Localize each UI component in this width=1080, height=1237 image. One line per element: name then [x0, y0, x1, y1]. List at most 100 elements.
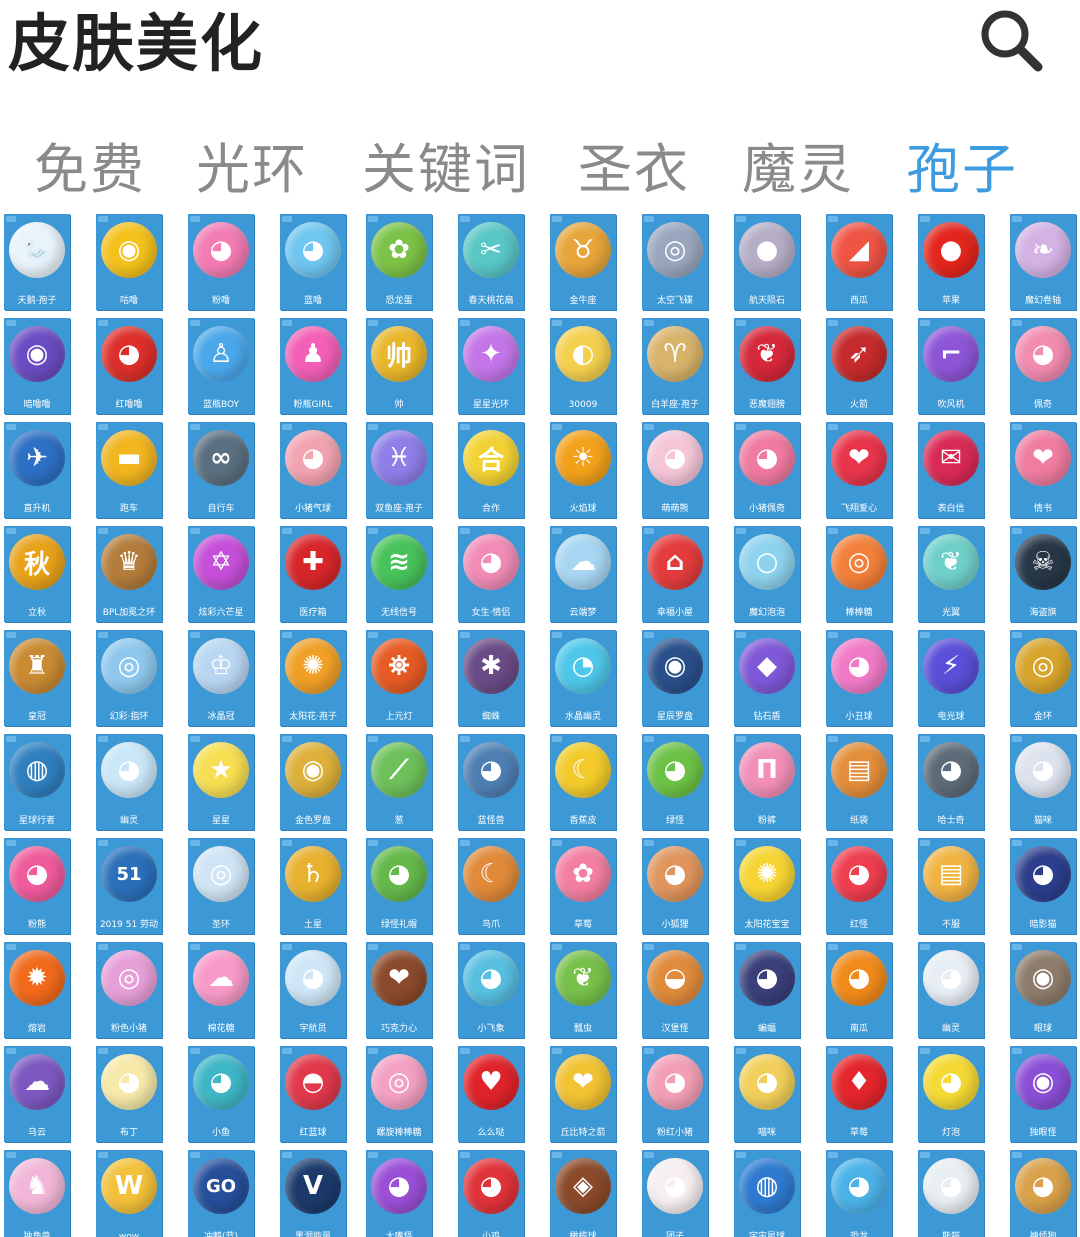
skin-card[interactable]: ◕ 红怪 — [826, 838, 892, 934]
skin-card[interactable]: ◕ 蓝怪兽 — [458, 734, 524, 830]
skin-card[interactable]: ☁ 云端梦 — [550, 526, 616, 622]
skin-card[interactable]: ♉ 金牛座 — [550, 214, 616, 310]
skin-card[interactable]: ♙ 蓝瓶BOY — [188, 318, 254, 414]
skin-card[interactable]: ✹ 熔岩 — [4, 942, 70, 1038]
skin-card[interactable]: ◕ 哈士奇 — [918, 734, 984, 830]
skin-card[interactable]: ♞ 独角兽 — [4, 1150, 70, 1237]
skin-card[interactable]: ◐ 30009 — [550, 318, 616, 414]
tab-halo[interactable]: 光环 — [196, 130, 308, 210]
skin-card[interactable]: ● 苹果 — [918, 214, 984, 310]
skin-card[interactable]: ◕ 幽灵 — [96, 734, 162, 830]
skin-card[interactable]: ◕ 幽灵 — [918, 942, 984, 1038]
skin-card[interactable]: ⚡ 电光球 — [918, 630, 984, 726]
skin-card[interactable]: ∞ 自行车 — [188, 422, 254, 518]
skin-card[interactable]: ♟ 粉瓶GIRL — [280, 318, 346, 414]
skin-card[interactable]: ◆ 钻石盾 — [734, 630, 800, 726]
skin-card[interactable]: ◕ 蓝噜 — [280, 214, 346, 310]
skin-card[interactable]: ◕ 绿怪礼帽 — [366, 838, 432, 934]
skin-card[interactable]: ◕ 粉噜 — [188, 214, 254, 310]
skin-card[interactable]: ◕ 小鸡 — [458, 1150, 524, 1237]
tab-spores[interactable]: 孢子 — [906, 130, 1018, 210]
skin-card[interactable]: Wwow — [96, 1150, 162, 1237]
tab-keywords[interactable]: 关键词 — [362, 130, 530, 210]
skin-card[interactable]: ◕ 团子 — [642, 1150, 708, 1237]
skin-card[interactable]: ☁ 乌云 — [4, 1046, 70, 1142]
skin-card[interactable]: ◕ 绿怪 — [642, 734, 708, 830]
skin-card[interactable]: ◕ 小鱼 — [188, 1046, 254, 1142]
skin-card[interactable]: ◕ 熊猫 — [918, 1150, 984, 1237]
skin-card[interactable]: ◉ 金色罗盘 — [280, 734, 346, 830]
skin-card[interactable]: ♦ 草莓 — [826, 1046, 892, 1142]
skin-card[interactable]: ✿ 恐龙蛋 — [366, 214, 432, 310]
skin-card[interactable]: ⛯ 上元灯 — [366, 630, 432, 726]
skin-card[interactable]: ♄ 土星 — [280, 838, 346, 934]
skin-card[interactable]: 帅帅 — [366, 318, 432, 414]
skin-card[interactable]: ◕ 大嘴怪 — [366, 1150, 432, 1237]
skin-card[interactable]: ◉ 暗噜噜 — [4, 318, 70, 414]
skin-card[interactable]: 🦢 天鹅·孢子 — [4, 214, 70, 310]
skin-card[interactable]: ❤ 情书 — [1010, 422, 1076, 518]
skin-card[interactable]: ♛ BPL加冕之环 — [96, 526, 162, 622]
skin-card[interactable]: ◕ 小飞象 — [458, 942, 524, 1038]
skin-card[interactable]: ➶ 火箭 — [826, 318, 892, 414]
skin-card[interactable]: ♔ 冰晶冠 — [188, 630, 254, 726]
skin-card[interactable]: ◕ 小猪佩奇 — [734, 422, 800, 518]
skin-card[interactable]: ❤ 丘比特之箭 — [550, 1046, 616, 1142]
skin-card[interactable]: ◎ 金环 — [1010, 630, 1076, 726]
skin-card[interactable]: ☁ 棉花糖 — [188, 942, 254, 1038]
skin-card[interactable]: ● 航天陨石 — [734, 214, 800, 310]
skin-card[interactable]: ◕ 女生·情侣 — [458, 526, 524, 622]
skin-card[interactable]: ✚ 医疗箱 — [280, 526, 346, 622]
skin-card[interactable]: ◎ 幻彩·指环 — [96, 630, 162, 726]
skin-card[interactable]: ◕ 宇航员 — [280, 942, 346, 1038]
skin-card[interactable]: ◕ 萌萌熊 — [642, 422, 708, 518]
skin-card[interactable]: ◉ 眼球 — [1010, 942, 1076, 1038]
skin-card[interactable]: ◒ 汉堡怪 — [642, 942, 708, 1038]
skin-card[interactable]: ✦ 星星光环 — [458, 318, 524, 414]
skin-card[interactable]: V 黑洞能量 — [280, 1150, 346, 1237]
skin-card[interactable]: ⌐ 吹风机 — [918, 318, 984, 414]
skin-card[interactable]: ◎ 棒棒糖 — [826, 526, 892, 622]
skin-card[interactable]: ◕ 佩奇 — [1010, 318, 1076, 414]
skin-card[interactable]: ☾ 鸟爪 — [458, 838, 524, 934]
skin-card[interactable]: ✱ 蜘蛛 — [458, 630, 524, 726]
skin-card[interactable]: ◕ 布丁 — [96, 1046, 162, 1142]
skin-card[interactable]: ♓ 双鱼座·孢子 — [366, 422, 432, 518]
skin-card[interactable]: ◕ 恐龙 — [826, 1150, 892, 1237]
skin-card[interactable]: ☾ 香蕉皮 — [550, 734, 616, 830]
skin-card[interactable]: GO 冲鸭(蓝) — [188, 1150, 254, 1237]
skin-card[interactable]: ❤ 飞翔爱心 — [826, 422, 892, 518]
skin-card[interactable]: ◍ 宇宙星球 — [734, 1150, 800, 1237]
skin-card[interactable]: ❤ 巧克力心 — [366, 942, 432, 1038]
skin-card[interactable]: ✺ 太阳花·孢子 — [280, 630, 346, 726]
skin-card[interactable]: ◕ 神烦狗 — [1010, 1150, 1076, 1237]
skin-card[interactable]: ✈ 直升机 — [4, 422, 70, 518]
search-button[interactable] — [975, 4, 1047, 76]
skin-card[interactable]: 秋立秋 — [4, 526, 70, 622]
skin-card[interactable]: ≋ 无线信号 — [366, 526, 432, 622]
skin-card[interactable]: ◔ 水晶幽灵 — [550, 630, 616, 726]
skin-card[interactable]: ◕ 猫咪 — [1010, 734, 1076, 830]
skin-card[interactable]: ❦ 瓢虫 — [550, 942, 616, 1038]
skin-card[interactable]: ❦ 光翼 — [918, 526, 984, 622]
skin-card[interactable]: ★ 星星 — [188, 734, 254, 830]
skin-card[interactable]: ♈ 白羊座·孢子 — [642, 318, 708, 414]
skin-card[interactable]: ▤ 纸袋 — [826, 734, 892, 830]
skin-card[interactable]: ♥ 么么哒 — [458, 1046, 524, 1142]
skin-card[interactable]: ◎ 粉色小猪 — [96, 942, 162, 1038]
skin-card[interactable]: ◎ 圣环 — [188, 838, 254, 934]
skin-card[interactable]: ▤ 不服 — [918, 838, 984, 934]
skin-card[interactable]: ◕ 蝙蝠 — [734, 942, 800, 1038]
skin-card[interactable]: ⌂ 幸福小屋 — [642, 526, 708, 622]
skin-card[interactable]: ◉ 独眼怪 — [1010, 1046, 1076, 1142]
skin-card[interactable]: ○ 魔幻泡泡 — [734, 526, 800, 622]
skin-card[interactable]: ❦ 恶魔翅膀 — [734, 318, 800, 414]
skin-card[interactable]: ☀ 火焰球 — [550, 422, 616, 518]
tab-holy-cloth[interactable]: 圣衣 — [578, 130, 690, 210]
skin-card[interactable]: 合合作 — [458, 422, 524, 518]
skin-card[interactable]: ♜ 皇冠 — [4, 630, 70, 726]
skin-card[interactable]: ✂ 春天桃花扇 — [458, 214, 524, 310]
skin-card[interactable]: ▬ 跑车 — [96, 422, 162, 518]
skin-card[interactable]: ◉ 星辰罗盘 — [642, 630, 708, 726]
skin-card[interactable]: ◕ 红噜噜 — [96, 318, 162, 414]
